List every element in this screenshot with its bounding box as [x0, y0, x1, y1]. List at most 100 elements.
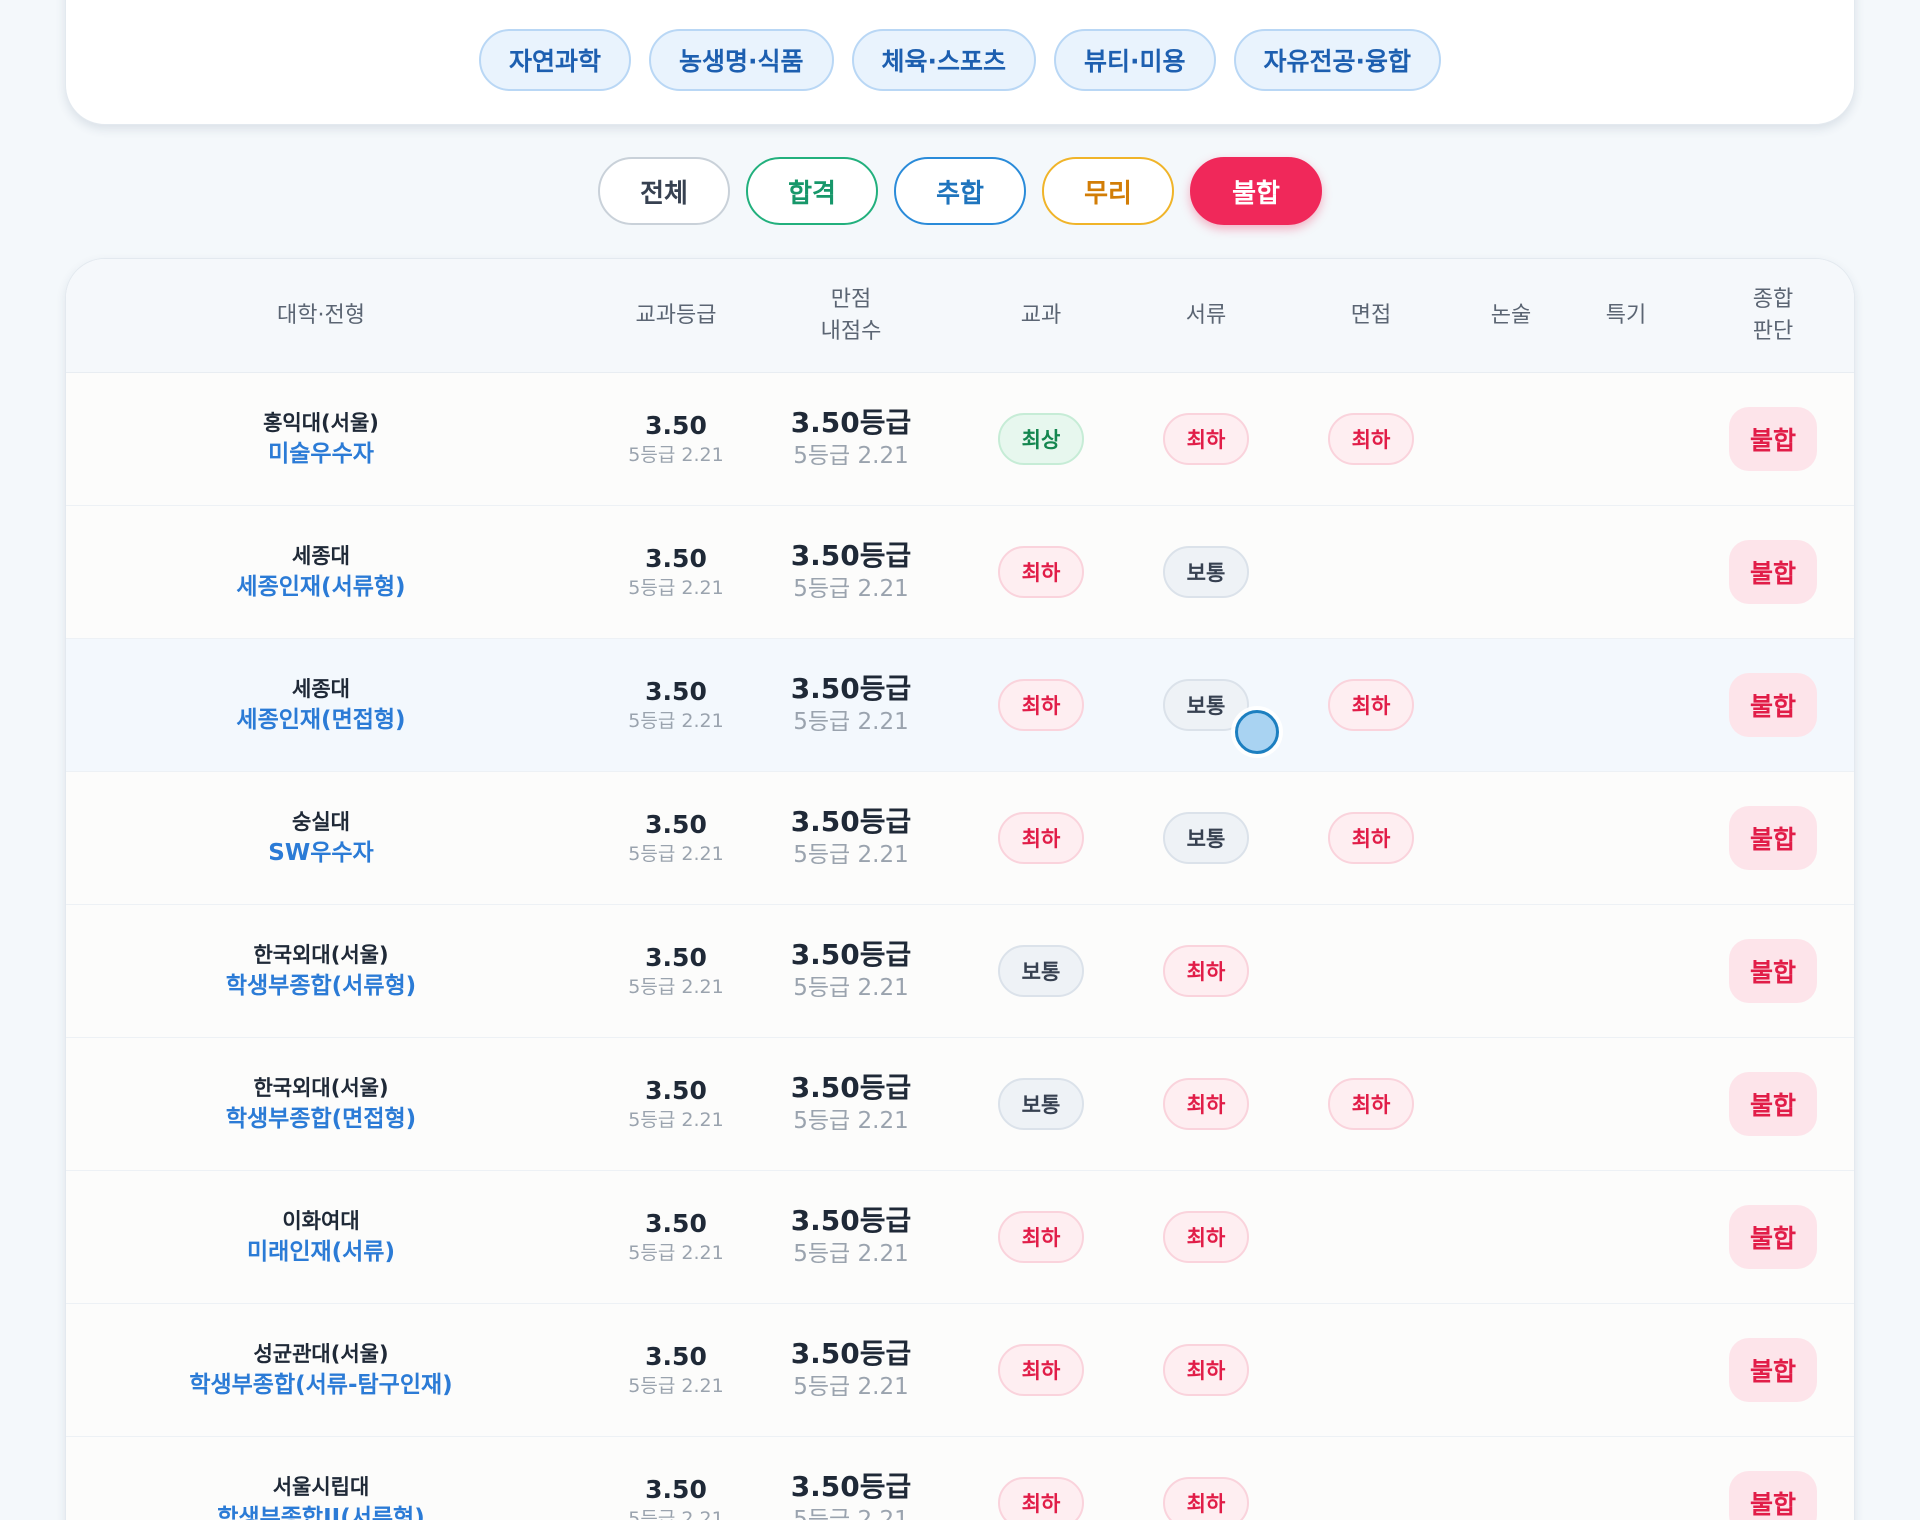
subject-level-badge: 최하: [998, 812, 1084, 864]
admission-track-link[interactable]: 학생부종합(면접형): [226, 1103, 416, 1135]
header-essay: 논술: [1490, 303, 1532, 328]
document-cell: 최하: [1146, 1304, 1266, 1436]
table-row[interactable]: 한국외대(서울) 학생부종합(서류형) 3.50 5등급 2.21 3.50등급 5등급 …: [66, 905, 1854, 1038]
grade-value: 3.50: [645, 1209, 707, 1238]
filter-risky-button[interactable]: 무리: [1042, 157, 1174, 225]
grade-cell: 3.50 5등급 2.21: [601, 772, 751, 904]
grade-value: 3.50: [645, 943, 707, 972]
result-filter-bar: 전체 합격 추합 무리 불합: [0, 157, 1920, 225]
admission-track-link[interactable]: SW우수자: [268, 837, 373, 869]
header-interview: 면접: [1350, 303, 1392, 328]
talent-cell: [1566, 373, 1686, 505]
essay-cell: [1451, 1437, 1571, 1520]
filter-additional-button[interactable]: 추합: [894, 157, 1026, 225]
subject-cell: 최상: [981, 373, 1101, 505]
table-row[interactable]: 숭실대 SW우수자 3.50 5등급 2.21 3.50등급 5등급 2.21 최하 보통 최하…: [66, 772, 1854, 905]
university-cell: 홍익대(서울) 미술우수자: [171, 373, 471, 505]
score-value: 3.50등급: [790, 1470, 912, 1503]
grade-value: 3.50: [645, 1342, 707, 1371]
table-row[interactable]: 세종대 세종인재(서류형) 3.50 5등급 2.21 3.50등급 5등급 2.21 최하…: [66, 506, 1854, 639]
table-row[interactable]: 홍익대(서울) 미술우수자 3.50 5등급 2.21 3.50등급 5등급 2.21 최상…: [66, 373, 1854, 506]
admission-track-link[interactable]: 학생부종합II(서류형): [217, 1502, 424, 1520]
interview-cell: 최하: [1311, 373, 1431, 505]
talent-cell: [1566, 1171, 1686, 1303]
grade-cell: 3.50 5등급 2.21: [601, 1038, 751, 1170]
table-row[interactable]: 한국외대(서울) 학생부종합(면접형) 3.50 5등급 2.21 3.50등급 5등급 …: [66, 1038, 1854, 1171]
table-row[interactable]: 서울시립대 학생부종합II(서류형) 3.50 5등급 2.21 3.50등급 5등급 2…: [66, 1437, 1854, 1520]
document-cell: 최하: [1146, 905, 1266, 1037]
university-cell: 성균관대(서울) 학생부종합(서류-탐구인재): [171, 1304, 471, 1436]
category-chip-liberal-fusion[interactable]: 자유전공·융합: [1233, 29, 1441, 91]
university-name: 한국외대(서울): [253, 943, 389, 967]
talent-cell: [1566, 1437, 1686, 1520]
admission-track-link[interactable]: 세종인재(서류형): [236, 571, 405, 603]
essay-cell: [1451, 1304, 1571, 1436]
interview-cell: [1311, 1304, 1431, 1436]
overall-cell: 불합: [1713, 1437, 1833, 1520]
table-row[interactable]: 이화여대 미래인재(서류) 3.50 5등급 2.21 3.50등급 5등급 2.21 최하…: [66, 1171, 1854, 1304]
admission-track-link[interactable]: 미술우수자: [268, 438, 374, 470]
essay-cell: [1451, 373, 1571, 505]
document-level-badge: 최하: [1163, 413, 1249, 465]
interview-cell: 최하: [1311, 639, 1431, 771]
essay-cell: [1451, 1171, 1571, 1303]
category-chip-sports[interactable]: 체육·스포츠: [851, 29, 1036, 91]
talent-cell: [1566, 506, 1686, 638]
essay-cell: [1451, 639, 1571, 771]
admission-track-link[interactable]: 학생부종합(서류-탐구인재): [189, 1369, 452, 1401]
document-cell: 최하: [1146, 373, 1266, 505]
university-name: 세종대: [292, 677, 350, 701]
table-row[interactable]: 세종대 세종인재(면접형) 3.50 5등급 2.21 3.50등급 5등급 2.21 최하…: [66, 639, 1854, 772]
filter-fail-button[interactable]: 불합: [1190, 157, 1322, 225]
grade-cell: 3.50 5등급 2.21: [601, 373, 751, 505]
university-name: 한국외대(서울): [253, 1076, 389, 1100]
overall-cell: 불합: [1713, 506, 1833, 638]
essay-cell: [1451, 1038, 1571, 1170]
subject-cell: 최하: [981, 1437, 1101, 1520]
score-value: 3.50등급: [790, 1204, 912, 1237]
verdict-badge: 불합: [1729, 407, 1817, 471]
document-level-badge: 최하: [1163, 1344, 1249, 1396]
grade-cell: 3.50 5등급 2.21: [601, 506, 751, 638]
document-cell: 보통: [1146, 506, 1266, 638]
verdict-badge: 불합: [1729, 806, 1817, 870]
overall-cell: 불합: [1713, 905, 1833, 1037]
filter-all-button[interactable]: 전체: [598, 157, 730, 225]
interview-level-badge: 최하: [1328, 1078, 1414, 1130]
score-cell: 3.50등급 5등급 2.21: [776, 1171, 926, 1303]
document-cell: 최하: [1146, 1038, 1266, 1170]
grade-cell: 3.50 5등급 2.21: [601, 905, 751, 1037]
filter-pass-button[interactable]: 합격: [746, 157, 878, 225]
university-name: 숭실대: [292, 810, 350, 834]
subject-level-badge: 보통: [998, 1078, 1084, 1130]
admission-track-link[interactable]: 학생부종합(서류형): [226, 970, 416, 1002]
subject-level-badge: 최상: [998, 413, 1084, 465]
interview-cell: 최하: [1311, 1038, 1431, 1170]
category-chip-agri-food[interactable]: 농생명·식품: [649, 29, 834, 91]
admission-track-link[interactable]: 세종인재(면접형): [236, 704, 405, 736]
score-value: 3.50등급: [790, 938, 912, 971]
interview-cell: [1311, 1437, 1431, 1520]
table-row[interactable]: 성균관대(서울) 학생부종합(서류-탐구인재) 3.50 5등급 2.21 3.50등급…: [66, 1304, 1854, 1437]
interview-level-badge: 최하: [1328, 413, 1414, 465]
document-level-badge: 최하: [1163, 1477, 1249, 1520]
interview-cell: 최하: [1311, 772, 1431, 904]
score-value: 3.50등급: [790, 672, 912, 705]
score-value: 3.50등급: [790, 406, 912, 439]
pointer-cursor: [1235, 710, 1279, 754]
document-cell: 최하: [1146, 1171, 1266, 1303]
header-talent: 특기: [1605, 303, 1647, 328]
subject-level-badge: 최하: [998, 546, 1084, 598]
category-chip-beauty[interactable]: 뷰티·미용: [1054, 29, 1216, 91]
score-sub-value: 5등급 2.21: [793, 709, 909, 735]
subject-cell: 최하: [981, 506, 1101, 638]
score-sub-value: 5등급 2.21: [793, 1507, 909, 1520]
admission-track-link[interactable]: 미래인재(서류): [247, 1236, 395, 1268]
verdict-badge: 불합: [1729, 1072, 1817, 1136]
verdict-badge: 불합: [1729, 540, 1817, 604]
category-chip-natural-science[interactable]: 자연과학: [478, 29, 631, 91]
university-cell: 숭실대 SW우수자: [171, 772, 471, 904]
university-cell: 세종대세종인재(면접형): [171, 639, 471, 771]
header-overall: 종합 판단: [1752, 287, 1794, 344]
score-sub-value: 5등급 2.21: [793, 1374, 909, 1400]
